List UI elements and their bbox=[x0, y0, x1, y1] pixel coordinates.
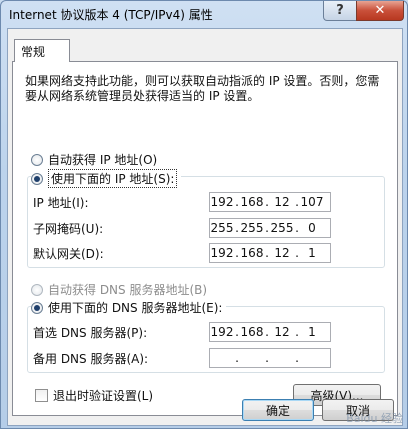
alternate-dns-input[interactable]: . . . bbox=[209, 348, 331, 368]
preferred-dns-input[interactable]: 192. 168. 12. 1 bbox=[209, 322, 331, 342]
ip-octet: 107 bbox=[300, 195, 324, 209]
gateway-label: 默认网关(D): bbox=[33, 247, 104, 261]
tab-panel-general: 如果网络支持此功能，则可以获取自动指派的 IP 设置。否则，您需要从网络系统管理… bbox=[12, 61, 398, 416]
ip-octet: 1 bbox=[308, 325, 316, 339]
ip-address-input[interactable]: 192. 168. 12. 107 bbox=[209, 192, 331, 212]
ip-octet: 168 bbox=[240, 325, 264, 339]
ip-octet: 12 bbox=[274, 246, 290, 260]
ip-octet: 192 bbox=[210, 325, 234, 339]
manual-dns-radio[interactable] bbox=[31, 301, 43, 314]
manual-dns-label: 使用下面的 DNS 服务器地址(E): bbox=[48, 301, 223, 315]
preferred-dns-label: 首选 DNS 服务器(P): bbox=[33, 326, 148, 340]
auto-dns-option[interactable]: 自动获得 DNS 服务器地址(B) bbox=[31, 281, 207, 298]
dialog-window: Internet 协议版本 4 (TCP/IPv4) 属性 ? ✕ 常规 如果网… bbox=[0, 0, 408, 429]
watermark-logo: Baidu 经验 bbox=[346, 412, 403, 425]
ip-octet: 12 bbox=[274, 325, 290, 339]
validate-label: 退出时验证设置(L) bbox=[53, 389, 154, 403]
manual-ip-label: 使用下面的 IP 地址(S): bbox=[48, 169, 178, 188]
help-button[interactable]: ? bbox=[323, 1, 357, 21]
auto-ip-option[interactable]: 自动获得 IP 地址(O) bbox=[31, 151, 157, 168]
manual-dns-option[interactable]: 使用下面的 DNS 服务器地址(E): bbox=[31, 299, 227, 316]
tab-general[interactable]: 常规 bbox=[14, 39, 70, 62]
ip-octet: 168 bbox=[240, 195, 264, 209]
alternate-dns-label: 备用 DNS 服务器(A): bbox=[33, 352, 149, 366]
auto-ip-radio[interactable] bbox=[31, 153, 43, 166]
ip-octet: 192 bbox=[210, 246, 234, 260]
subnet-mask-label: 子网掩码(U): bbox=[33, 222, 104, 236]
ip-octet: 255 bbox=[240, 221, 264, 235]
auto-ip-label: 自动获得 IP 地址(O) bbox=[48, 153, 158, 167]
ip-octet: 1 bbox=[308, 246, 316, 260]
auto-dns-radio[interactable] bbox=[31, 283, 43, 296]
ip-address-label: IP 地址(I): bbox=[33, 196, 89, 210]
ip-octet: 168 bbox=[240, 246, 264, 260]
ip-dot: . bbox=[265, 351, 269, 365]
validate-checkbox[interactable] bbox=[35, 389, 48, 402]
manual-ip-radio[interactable] bbox=[31, 172, 43, 185]
window-title: Internet 协议版本 4 (TCP/IPv4) 属性 bbox=[9, 8, 213, 22]
subnet-mask-input[interactable]: 255. 255. 255. 0 bbox=[209, 218, 331, 238]
ip-dot: . bbox=[295, 351, 299, 365]
ip-dot: . bbox=[235, 351, 239, 365]
manual-ip-option[interactable]: 使用下面的 IP 地址(S): bbox=[31, 169, 182, 188]
validate-option[interactable]: 退出时验证设置(L) bbox=[35, 387, 153, 404]
gateway-input[interactable]: 192. 168. 12. 1 bbox=[209, 243, 331, 263]
close-button[interactable]: ✕ bbox=[356, 1, 404, 21]
ip-octet: 0 bbox=[308, 221, 316, 235]
ip-octet: 255 bbox=[270, 221, 294, 235]
ip-octet: 192 bbox=[210, 195, 234, 209]
ok-button[interactable]: 确定 bbox=[242, 399, 314, 421]
title-bar[interactable]: Internet 协议版本 4 (TCP/IPv4) 属性 ? ✕ bbox=[1, 1, 407, 27]
ip-octet: 255 bbox=[210, 221, 234, 235]
auto-dns-label: 自动获得 DNS 服务器地址(B) bbox=[48, 283, 208, 297]
dialog-client: 常规 如果网络支持此功能，则可以获取自动指派的 IP 设置。否则，您需要从网络系… bbox=[7, 28, 403, 426]
description-text: 如果网络支持此功能，则可以获取自动指派的 IP 设置。否则，您需要从网络系统管理… bbox=[25, 74, 380, 103]
ip-octet: 12 bbox=[274, 195, 290, 209]
